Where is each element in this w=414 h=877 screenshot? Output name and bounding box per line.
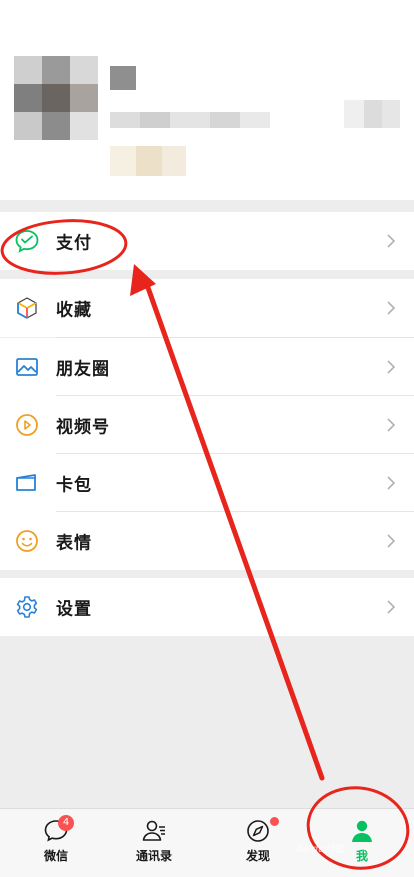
cube-icon — [14, 295, 40, 321]
smiley-icon — [14, 528, 40, 554]
chevron-right-icon — [387, 600, 396, 614]
compass-icon — [247, 820, 269, 842]
photo-icon — [14, 354, 40, 380]
profile-header[interactable] — [0, 0, 414, 200]
menu-label-moments: 朋友圈 — [56, 359, 110, 380]
tab-discover[interactable]: 发现 — [218, 809, 298, 877]
menu-item-stickers[interactable]: 表情 — [0, 512, 414, 570]
chevron-right-icon — [387, 360, 396, 374]
watermark: Baidu经验 — [296, 844, 345, 855]
tab-chats[interactable]: 4 微信 — [16, 809, 96, 877]
wallet-icon — [14, 470, 40, 496]
tab-label-chats: 微信 — [43, 849, 68, 863]
unread-badge: 4 — [58, 815, 74, 831]
chevron-right-icon — [387, 301, 396, 315]
tab-label-contacts: 通讯录 — [135, 849, 172, 863]
menu-label-cards: 卡包 — [56, 475, 92, 496]
profile-id-blurred — [110, 112, 270, 128]
status-blurred[interactable] — [110, 146, 186, 176]
tab-label-discover: 发现 — [245, 849, 270, 863]
play-circle-icon — [14, 412, 40, 438]
bottom-tab-bar: 4 微信 通讯录 发现 我 — [0, 808, 414, 877]
menu-label-pay: 支付 — [56, 233, 92, 254]
profile-name-blurred — [110, 66, 136, 90]
menu-item-favorites[interactable]: 收藏 — [0, 279, 414, 337]
menu-item-pay[interactable]: 支付 — [0, 212, 414, 270]
pay-icon — [14, 228, 40, 254]
chevron-right-icon — [387, 418, 396, 432]
tab-contacts[interactable]: 通讯录 — [114, 809, 194, 877]
menu-item-channels[interactable]: 视频号 — [0, 396, 414, 454]
chevron-right-icon — [387, 234, 396, 248]
new-content-dot — [270, 817, 279, 826]
chevron-right-icon — [387, 534, 396, 548]
menu-item-cards[interactable]: 卡包 — [0, 454, 414, 512]
menu-label-stickers: 表情 — [56, 533, 92, 554]
menu-label-channels: 视频号 — [56, 417, 110, 438]
qrcode-blurred[interactable] — [344, 100, 400, 128]
person-icon — [352, 820, 372, 842]
menu-label-settings: 设置 — [56, 599, 92, 620]
menu-item-moments[interactable]: 朋友圈 — [0, 338, 414, 396]
avatar[interactable] — [14, 56, 98, 140]
chevron-right-icon — [387, 476, 396, 490]
contacts-icon — [142, 820, 165, 841]
menu-item-settings[interactable]: 设置 — [0, 578, 414, 636]
menu-label-favorites: 收藏 — [56, 300, 92, 321]
gear-icon — [14, 594, 40, 620]
